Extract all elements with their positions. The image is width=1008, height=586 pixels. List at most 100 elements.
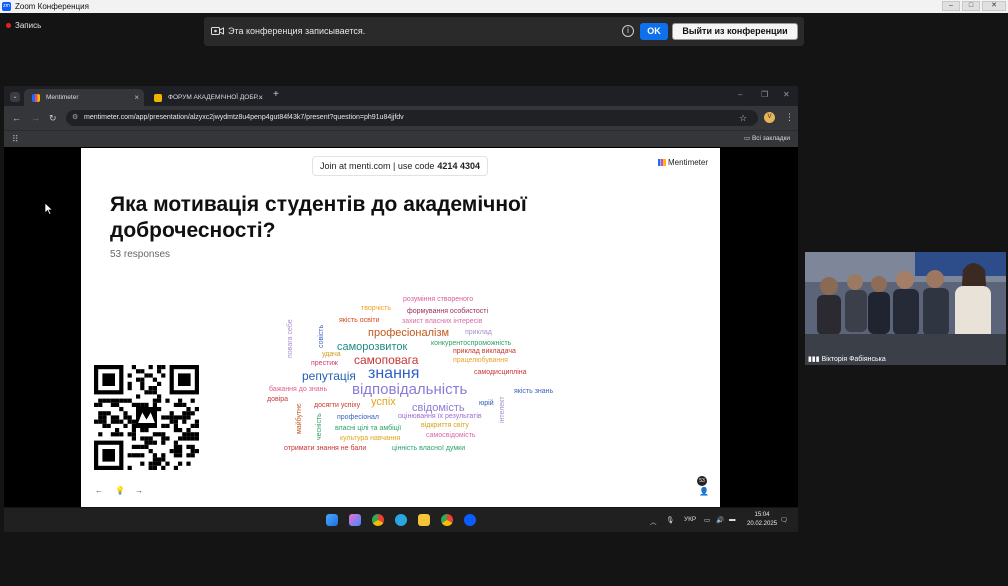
participant-name-label: Вікторія Фабіянська bbox=[821, 356, 886, 363]
all-bookmarks-button[interactable]: ▭ Всі закладки bbox=[744, 134, 790, 142]
start-windows-icon[interactable] bbox=[326, 514, 338, 526]
system-clock[interactable]: 15:04 20.02.2025 bbox=[747, 511, 777, 529]
word-cloud-word: відповідальність bbox=[352, 381, 468, 398]
word-cloud-word: приклад bbox=[465, 329, 492, 336]
hint-bulb-icon[interactable]: 💡 bbox=[115, 486, 125, 495]
browser-toolbar: ← → ↻ ⚙ mentimeter.com/app/presentation/… bbox=[4, 106, 798, 130]
language-indicator[interactable]: УКР bbox=[684, 516, 696, 523]
question-title: Яка мотивація студентів до академічної д… bbox=[110, 193, 527, 242]
word-cloud-word: цінність власної думки bbox=[392, 445, 466, 452]
word-cloud-word: удача bbox=[322, 351, 341, 358]
word-cloud-word: самодисципліна bbox=[474, 369, 527, 376]
word-cloud-word: отримати знання не бали bbox=[284, 445, 367, 452]
zoom-logo-icon: zm bbox=[2, 2, 11, 11]
recording-label: Запись bbox=[15, 21, 42, 30]
join-text: Join at menti.com | use code bbox=[320, 161, 435, 171]
tray-overflow-icon[interactable]: ︿ bbox=[650, 516, 657, 526]
forward-arrow-icon[interactable]: → bbox=[31, 113, 40, 123]
word-cloud-word: приклад викладача bbox=[453, 348, 516, 355]
close-tab-icon[interactable]: × bbox=[258, 89, 263, 106]
word-cloud-word: повага себе bbox=[287, 319, 294, 358]
word-cloud-word: оцінювання їх результатів bbox=[398, 413, 482, 420]
tab-label: ФОРУМ АКАДЕМІЧНОЇ ДОБР... bbox=[168, 94, 263, 101]
word-cloud-word: майбутнє bbox=[296, 403, 303, 434]
word-cloud-word: інтелект bbox=[499, 396, 506, 423]
telegram-icon[interactable] bbox=[395, 514, 407, 526]
volume-icon[interactable]: 🔊 bbox=[716, 516, 724, 524]
notification-icon[interactable]: 🗨 bbox=[780, 516, 788, 524]
chrome-profile-icon[interactable] bbox=[441, 514, 453, 526]
zoom-title-bar: zm Zoom Конференция – □ ✕ bbox=[0, 0, 1008, 13]
qr-code bbox=[90, 359, 203, 477]
close-tab-icon[interactable]: × bbox=[134, 89, 139, 106]
zoom-taskbar-icon[interactable] bbox=[464, 514, 476, 526]
word-cloud-word: чесність bbox=[316, 413, 323, 440]
copilot-icon[interactable] bbox=[349, 514, 361, 526]
browser-menu-icon[interactable]: ⋮ bbox=[785, 112, 794, 123]
recording-indicator[interactable]: Запись bbox=[6, 19, 41, 32]
maximize-button[interactable]: □ bbox=[962, 1, 980, 11]
forum-favicon-icon bbox=[154, 94, 162, 102]
next-slide-button[interactable]: → bbox=[135, 486, 143, 495]
audience-video-image bbox=[805, 252, 1006, 365]
word-cloud-word: знання bbox=[368, 365, 420, 382]
tab-mentimeter[interactable]: Mentimeter × bbox=[24, 89, 144, 106]
back-arrow-icon[interactable]: ← bbox=[12, 113, 21, 123]
participant-icon: 👤 bbox=[699, 487, 709, 496]
word-cloud-word: довіра bbox=[267, 396, 289, 403]
mentimeter-logo-icon bbox=[658, 159, 666, 167]
folder-icon: ▭ bbox=[744, 135, 752, 142]
address-bar[interactable]: ⚙ mentimeter.com/app/presentation/alzyxc… bbox=[66, 110, 758, 126]
mouse-cursor-icon bbox=[44, 203, 54, 215]
word-cloud-word: юрій bbox=[479, 400, 494, 407]
join-instructions: Join at menti.com | use code 4214 4304 bbox=[312, 156, 488, 176]
participant-video-tile[interactable]: ▮▮▮ Вікторія Фабіянська bbox=[805, 252, 1006, 365]
windows-taskbar: ︿ 🎙 УКР ▭ 🔊 ▬ 15:04 20.02.2025 🗨 bbox=[4, 508, 798, 532]
browser-restore-icon[interactable]: ❐ bbox=[761, 90, 768, 99]
record-dot-icon bbox=[6, 23, 11, 29]
word-cloud-word: якість освіти bbox=[339, 317, 380, 324]
reload-icon[interactable]: ↻ bbox=[49, 113, 57, 124]
info-icon[interactable]: i bbox=[622, 25, 634, 37]
responses-count: 53 responses bbox=[110, 249, 171, 260]
signal-bars-icon: ▮▮▮ bbox=[808, 356, 822, 363]
profile-avatar[interactable]: V bbox=[764, 112, 775, 123]
word-cloud-word: творчість bbox=[361, 305, 392, 312]
word-cloud-word: власні цілі та амбіції bbox=[335, 425, 402, 432]
bookmarks-bar: ⠿ ▭ Всі закладки bbox=[4, 130, 798, 147]
new-tab-button[interactable]: + bbox=[273, 89, 279, 100]
file-explorer-icon[interactable] bbox=[418, 514, 430, 526]
browser-close-icon[interactable]: ✕ bbox=[783, 90, 790, 99]
word-cloud-word: самосвідомість bbox=[426, 432, 476, 439]
clock-date: 20.02.2025 bbox=[747, 521, 778, 527]
word-cloud-word: формування особистості bbox=[407, 308, 489, 315]
microphone-icon[interactable]: 🎙 bbox=[666, 516, 674, 524]
browser-tab-strip: ⌄ Mentimeter × ФОРУМ АКАДЕМІЧНОЇ ДОБР...… bbox=[4, 86, 798, 106]
close-window-button[interactable]: ✕ bbox=[982, 1, 1006, 11]
mentimeter-favicon-icon bbox=[32, 94, 40, 102]
mentimeter-slide: Join at menti.com | use code 4214 4304 Me… bbox=[81, 148, 720, 507]
site-settings-icon[interactable]: ⚙ bbox=[72, 110, 78, 126]
url-text: mentimeter.com/app/presentation/alzyxc2j… bbox=[84, 114, 404, 121]
browser-minimize-icon[interactable]: – bbox=[738, 90, 742, 99]
word-cloud-word: культура навчання bbox=[340, 435, 401, 442]
clock-time: 15:04 bbox=[754, 512, 770, 518]
tab-search-icon[interactable]: ⌄ bbox=[10, 92, 20, 102]
tab-forum[interactable]: ФОРУМ АКАДЕМІЧНОЇ ДОБР... × bbox=[146, 89, 268, 106]
ok-button[interactable]: OK bbox=[640, 23, 668, 40]
minimize-button[interactable]: – bbox=[942, 1, 960, 11]
leave-meeting-button[interactable]: Выйти из конференции bbox=[672, 23, 798, 40]
word-cloud-word: престиж bbox=[311, 360, 338, 367]
apps-grid-icon[interactable]: ⠿ bbox=[12, 134, 19, 145]
bookmark-star-icon[interactable]: ☆ bbox=[739, 113, 747, 124]
prev-slide-button[interactable]: ← bbox=[95, 486, 103, 495]
word-cloud-word: якість знань bbox=[514, 388, 554, 395]
battery-icon[interactable]: ▬ bbox=[729, 516, 736, 523]
join-code: 4214 4304 bbox=[437, 161, 480, 171]
network-icon[interactable]: ▭ bbox=[704, 516, 710, 524]
tab-label: Mentimeter bbox=[46, 94, 79, 101]
banner-message: Эта конференция записывается. bbox=[228, 26, 366, 36]
chrome-icon[interactable] bbox=[372, 514, 384, 526]
word-cloud-word: професіонал bbox=[337, 414, 380, 421]
camera-record-icon bbox=[211, 27, 224, 35]
